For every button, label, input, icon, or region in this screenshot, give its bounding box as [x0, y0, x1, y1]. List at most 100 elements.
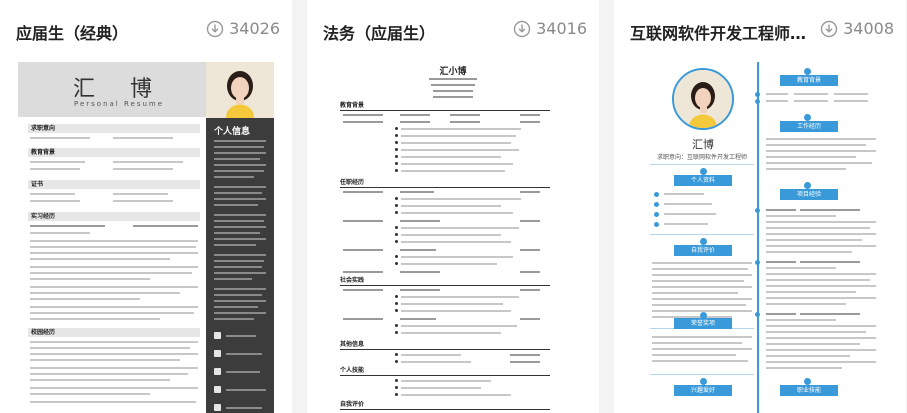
- text-line: [766, 331, 866, 333]
- text-line: [343, 271, 383, 273]
- section-heading: 教育背景: [28, 148, 200, 157]
- sidebar-line: [214, 272, 266, 274]
- text-line: [664, 203, 712, 205]
- text-line: [400, 289, 440, 291]
- section-tag: 职业技能: [780, 385, 838, 396]
- section-heading: 实习经历: [28, 212, 200, 221]
- text-line: [766, 144, 866, 146]
- text-line: [113, 137, 173, 139]
- text-line: [520, 220, 540, 222]
- text-line: [401, 263, 497, 265]
- sidebar-line: [214, 164, 266, 166]
- text-line: [343, 249, 383, 251]
- resume-photo: [672, 68, 734, 130]
- template-title[interactable]: 法务（应届生）: [323, 20, 435, 44]
- text-line: [766, 319, 836, 321]
- text-line: [766, 355, 850, 357]
- contact-line: [431, 84, 475, 86]
- text-line: [113, 168, 173, 170]
- text-line: [343, 220, 383, 222]
- text-line: [30, 266, 198, 268]
- sidebar-line: [214, 238, 266, 240]
- section-heading: 任职经历: [340, 179, 550, 188]
- divider: [650, 234, 754, 235]
- text-line: [766, 279, 870, 281]
- text-line: [401, 163, 513, 165]
- bullet: [395, 331, 398, 334]
- text-line: [766, 337, 876, 339]
- resume-preview[interactable]: 汇博 求职意向：互联网软件开发工程师 个人资料 自我评价 荣誉奖项 兴趣爱好 教…: [632, 62, 888, 413]
- text-line: [400, 220, 440, 222]
- text-line: [30, 137, 90, 139]
- card-header: 法务（应届生） 34016: [307, 0, 599, 62]
- text-line: [652, 354, 736, 356]
- bullet: [395, 302, 398, 305]
- resume-name: 汇博: [692, 138, 714, 151]
- download-count[interactable]: 34016: [513, 19, 587, 38]
- sidebar-line: [226, 389, 266, 391]
- download-count[interactable]: 34008: [820, 19, 894, 38]
- text-line: [30, 373, 188, 375]
- text-line: [664, 193, 704, 195]
- bullet: [395, 162, 398, 165]
- calendar-icon: [214, 350, 221, 357]
- text-line: [343, 289, 383, 291]
- heart-icon: [700, 378, 707, 385]
- sidebar-line: [214, 204, 258, 206]
- sidebar-line: [214, 318, 254, 320]
- sidebar-line: [214, 232, 260, 234]
- text-line: [520, 318, 540, 320]
- section-heading: 自我评价: [340, 401, 550, 410]
- template-card-3[interactable]: 互联网软件开发工程师（应... 34008 汇博 求职意向：互联网软件开发工程师: [614, 0, 906, 413]
- text-line: [766, 245, 876, 247]
- text-line: [30, 379, 170, 381]
- text-line: [401, 310, 511, 312]
- text-line: [30, 200, 80, 202]
- sidebar-line: [214, 294, 262, 296]
- text-line: [766, 209, 796, 211]
- text-line: [766, 215, 836, 217]
- sidebar-line: [214, 214, 266, 216]
- text-line: [30, 232, 90, 234]
- template-title[interactable]: 应届生（经典）: [16, 20, 128, 44]
- text-line: [401, 296, 519, 298]
- text-line: [400, 191, 434, 193]
- text-line: [401, 394, 511, 396]
- timeline-dot: [755, 92, 760, 97]
- text-line: [113, 193, 168, 195]
- resume-name: 汇 博: [73, 77, 166, 102]
- section-heading: 社会实践: [340, 277, 550, 286]
- text-line: [664, 213, 716, 215]
- text-line: [401, 135, 516, 137]
- text-line: [30, 292, 180, 294]
- template-title[interactable]: 互联网软件开发工程师（应...: [630, 20, 820, 44]
- resume-preview[interactable]: 汇 博 Personal Resume 个人信息 求职意向 教育背景 证书 实习…: [18, 62, 274, 413]
- text-line: [401, 205, 501, 207]
- template-card-2[interactable]: 法务（应届生） 34016 汇小博 教育背景 任职经历 社会实践 其他信息 个人…: [307, 0, 599, 413]
- bullet: [395, 169, 398, 172]
- bullet: [395, 233, 398, 236]
- resume-preview[interactable]: 汇小博 教育背景 任职经历 社会实践 其他信息 个人技能 自我评价: [325, 62, 581, 413]
- text-line: [766, 367, 842, 369]
- sidebar-line: [214, 226, 266, 228]
- section-tag: 工作经历: [780, 121, 838, 132]
- text-line: [766, 168, 846, 170]
- sidebar-line: [214, 192, 262, 194]
- text-line: [766, 138, 876, 140]
- sidebar-line: [214, 306, 258, 308]
- text-line: [766, 261, 796, 263]
- bullet: [395, 127, 398, 130]
- text-line: [30, 252, 198, 254]
- bullet: [395, 134, 398, 137]
- text-line: [401, 325, 517, 327]
- text-line: [652, 280, 744, 282]
- text-line: [766, 285, 876, 287]
- download-count[interactable]: 34026: [206, 19, 280, 38]
- text-line: [401, 128, 521, 130]
- text-line: [766, 221, 876, 223]
- text-line: [766, 343, 860, 345]
- section-heading: 个人技能: [340, 367, 550, 376]
- sidebar-line: [214, 146, 264, 148]
- text-line: [113, 200, 173, 202]
- template-card-1[interactable]: 应届生（经典） 34026 汇 博 Personal Resume 个人信息 求…: [0, 0, 292, 413]
